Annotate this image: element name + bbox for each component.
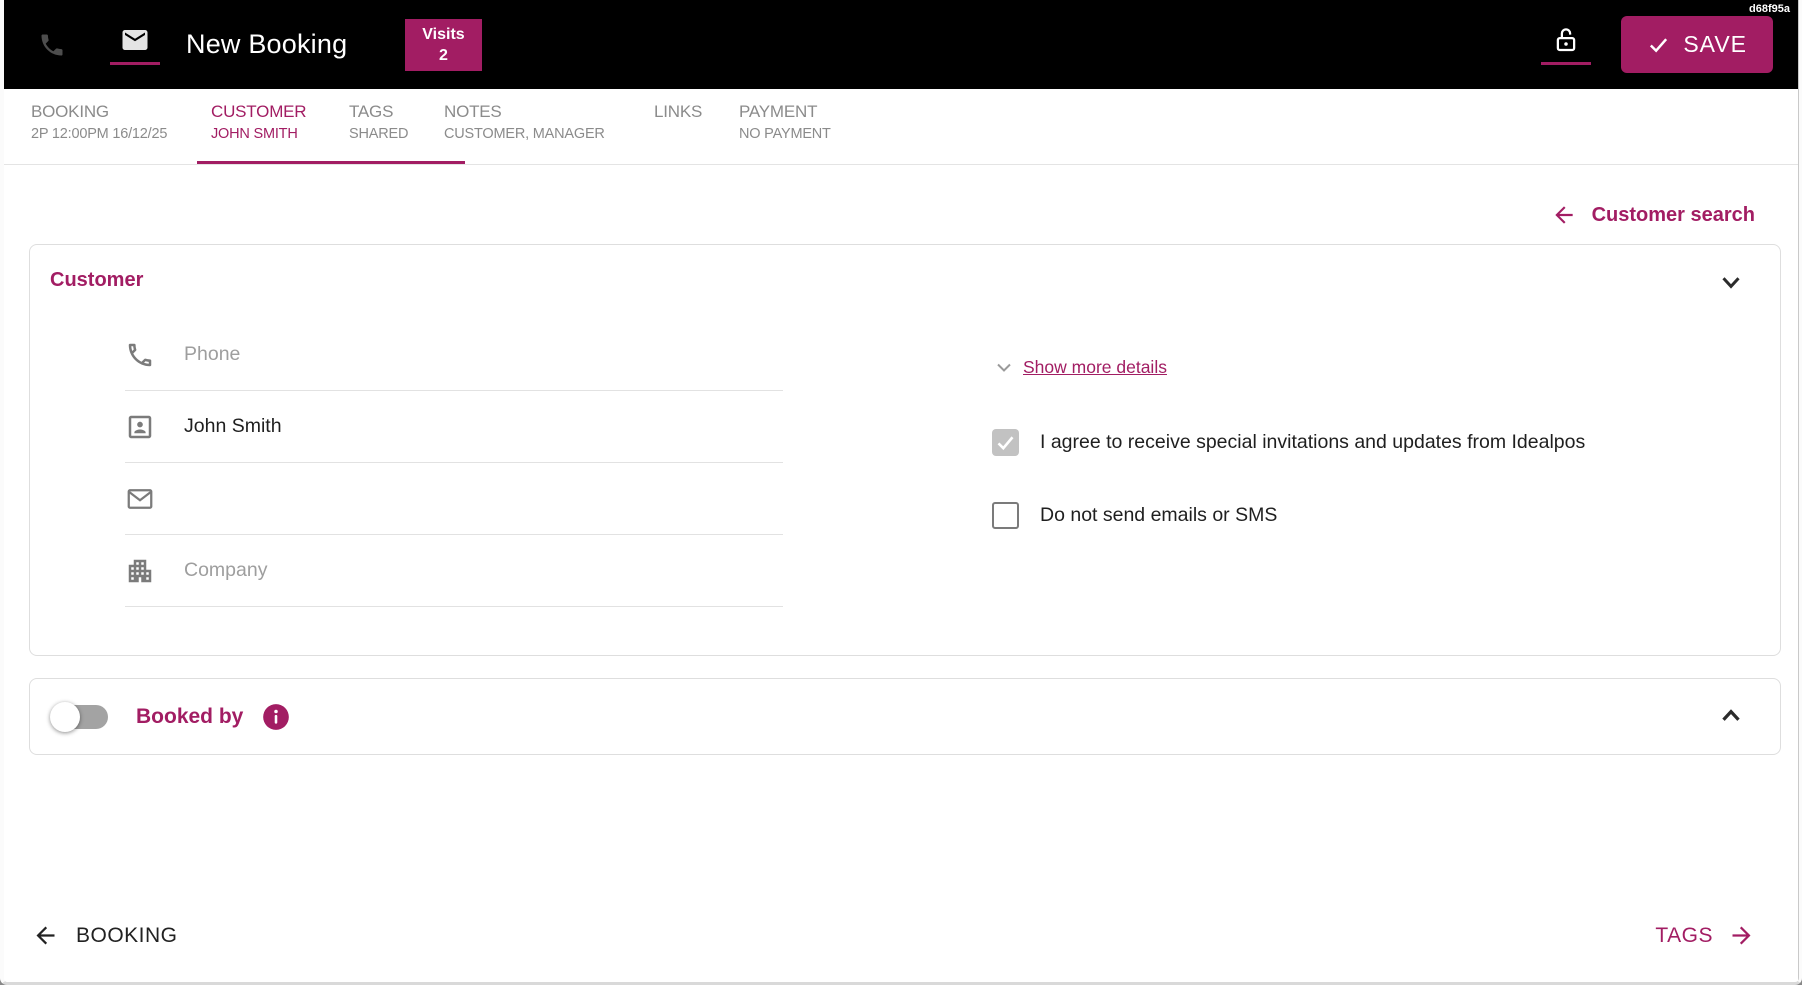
- tab-booking[interactable]: BOOKING 2P 12:00PM 16/12/25: [31, 102, 167, 142]
- footer-back-label: BOOKING: [76, 924, 178, 948]
- tab-notes-sub: CUSTOMER, MANAGER: [444, 126, 605, 142]
- page-title: New Booking: [186, 29, 347, 60]
- chevron-down-icon: [992, 355, 1016, 379]
- check-icon: [995, 432, 1016, 453]
- mail-channel-tab[interactable]: [110, 25, 160, 65]
- footer-next-tags[interactable]: TAGS: [1655, 922, 1755, 949]
- tab-payment-sub: NO PAYMENT: [739, 126, 831, 142]
- name-input[interactable]: [184, 415, 783, 438]
- booked-by-card: Booked by: [29, 678, 1781, 755]
- show-more-details-label: Show more details: [1023, 357, 1167, 378]
- app-window: New Booking Visits 2 SAVE d68f95a: [0, 0, 1802, 985]
- contact-icon: [125, 412, 155, 442]
- tab-tags-sub: SHARED: [349, 126, 408, 142]
- phone-icon: [125, 340, 155, 370]
- customer-fields: [125, 319, 783, 607]
- visits-count: 2: [422, 45, 464, 66]
- tab-customer-label: CUSTOMER: [211, 102, 306, 122]
- tab-booking-label: BOOKING: [31, 102, 167, 122]
- company-input[interactable]: [184, 559, 783, 582]
- name-field-row: [125, 391, 783, 463]
- active-tab-indicator: [197, 161, 465, 164]
- tab-notes-label: NOTES: [444, 102, 605, 122]
- agree-marketing-checkbox-row[interactable]: I agree to receive special invitations a…: [992, 429, 1652, 456]
- tab-tags[interactable]: TAGS SHARED: [349, 102, 408, 142]
- tab-booking-sub: 2P 12:00PM 16/12/25: [31, 126, 167, 142]
- phone-field-row: [125, 319, 783, 391]
- mail-icon: [125, 484, 155, 514]
- show-more-details-link[interactable]: Show more details: [992, 355, 1167, 379]
- info-icon[interactable]: [262, 703, 290, 731]
- agree-marketing-checkbox: [992, 429, 1019, 456]
- lock-tab-underline: [1541, 62, 1591, 65]
- save-label: SAVE: [1683, 31, 1747, 58]
- customer-search-link[interactable]: Customer search: [1551, 202, 1755, 228]
- company-icon: [125, 556, 155, 586]
- phone-input[interactable]: [184, 343, 783, 366]
- mail-tab-underline: [110, 62, 160, 65]
- tab-payment[interactable]: PAYMENT NO PAYMENT: [739, 102, 831, 142]
- toggle-knob: [50, 702, 80, 732]
- arrow-left-icon: [32, 922, 59, 949]
- tab-links-label: LINKS: [654, 102, 702, 122]
- header-bar: New Booking Visits 2 SAVE d68f95a: [4, 0, 1799, 89]
- booked-by-toggle[interactable]: [50, 700, 112, 734]
- save-button[interactable]: SAVE: [1621, 16, 1773, 73]
- no-emails-checkbox-row[interactable]: Do not send emails or SMS: [992, 502, 1277, 529]
- customer-card-title: Customer: [50, 269, 143, 292]
- tab-tags-label: TAGS: [349, 102, 408, 122]
- booked-by-label: Booked by: [136, 705, 243, 729]
- tab-customer[interactable]: CUSTOMER JOHN SMITH: [211, 102, 306, 142]
- lock-tab[interactable]: [1541, 25, 1591, 65]
- check-icon: [1647, 33, 1670, 56]
- phone-channel-icon[interactable]: [38, 31, 66, 59]
- visits-badge[interactable]: Visits 2: [405, 19, 481, 71]
- footer-back-booking[interactable]: BOOKING: [32, 922, 178, 949]
- agree-marketing-label: I agree to receive special invitations a…: [1040, 430, 1585, 455]
- chevron-down-icon[interactable]: [1716, 267, 1746, 297]
- email-field-row: [125, 463, 783, 535]
- booking-tabbar: BOOKING 2P 12:00PM 16/12/25 CUSTOMER JOH…: [4, 89, 1799, 165]
- tab-notes[interactable]: NOTES CUSTOMER, MANAGER: [444, 102, 605, 142]
- tab-links[interactable]: LINKS: [654, 102, 702, 126]
- arrow-left-icon: [1551, 202, 1577, 228]
- customer-search-label: Customer search: [1592, 204, 1755, 227]
- no-emails-checkbox: [992, 502, 1019, 529]
- tab-payment-label: PAYMENT: [739, 102, 831, 122]
- footer-next-label: TAGS: [1655, 924, 1713, 948]
- no-emails-label: Do not send emails or SMS: [1040, 503, 1277, 528]
- mail-icon: [120, 25, 150, 55]
- visits-label: Visits: [422, 24, 464, 45]
- company-field-row: [125, 535, 783, 607]
- email-input[interactable]: [184, 487, 783, 510]
- build-id: d68f95a: [1749, 3, 1790, 15]
- lock-open-icon: [1551, 25, 1581, 55]
- tab-customer-sub: JOHN SMITH: [211, 126, 306, 142]
- chevron-up-icon[interactable]: [1716, 701, 1746, 731]
- customer-card: Customer: [29, 244, 1781, 656]
- window-edge: [1798, 0, 1799, 982]
- arrow-right-icon: [1728, 922, 1755, 949]
